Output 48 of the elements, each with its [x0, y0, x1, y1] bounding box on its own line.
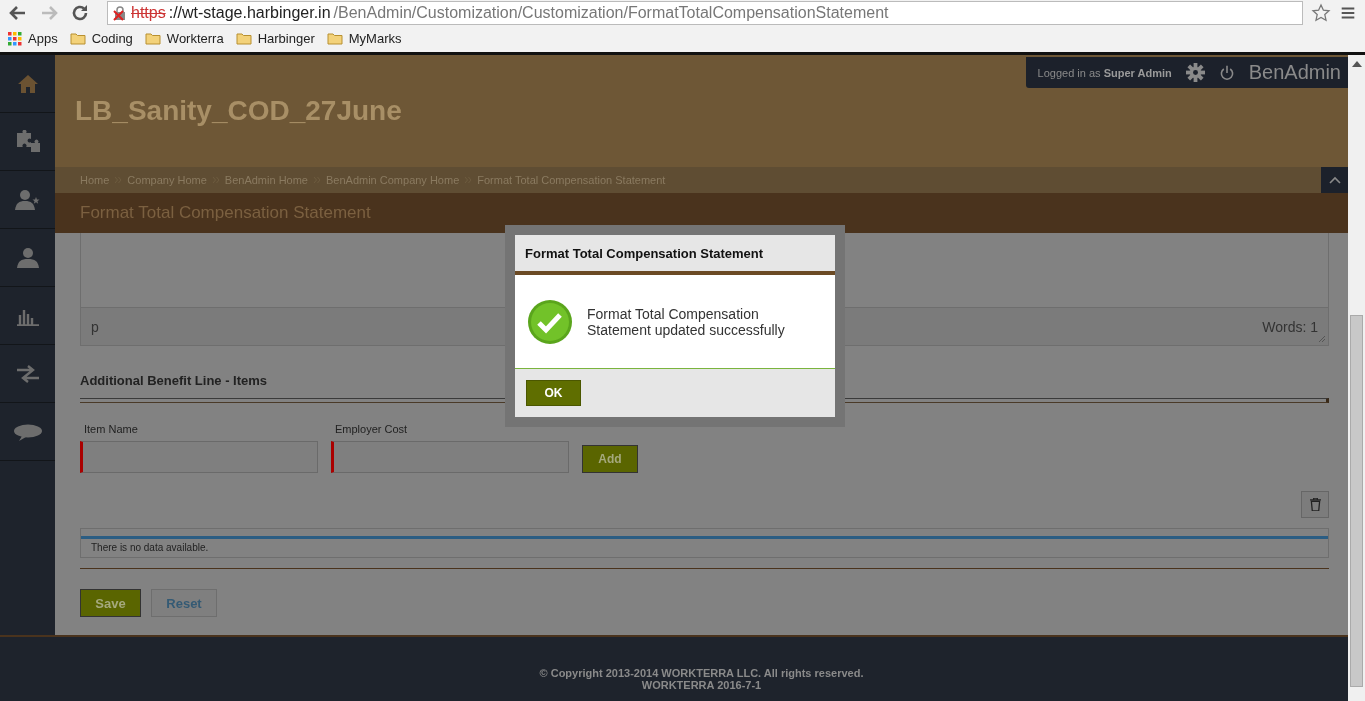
folder-icon [326, 32, 343, 45]
user-star-icon[interactable] [14, 188, 41, 211]
chat-bubble-icon[interactable] [12, 422, 43, 441]
bookmark[interactable]: Harbinger [235, 31, 315, 46]
user-icon[interactable] [16, 246, 39, 269]
save-button[interactable]: Save [80, 589, 141, 617]
empty-table-message: There is no data available. [90, 541, 210, 555]
chevron-up-icon [1328, 176, 1341, 184]
word-count: Words: 1 [1262, 318, 1318, 335]
settings-icon[interactable] [1185, 63, 1205, 82]
home-icon[interactable] [16, 73, 39, 94]
bookmark[interactable]: Coding [69, 31, 133, 46]
section-heading: Additional Benefit Line - Items [80, 373, 269, 388]
address-field[interactable]: https ://wt-stage.harbinger.in /BenAdmin/Customization/Customization/FormatTotalCompensationStatement [107, 0, 1303, 25]
swap-arrows-icon[interactable] [16, 363, 39, 384]
app-name: BenAdmin [1248, 61, 1341, 84]
copyright-text: © Copyright 2013-2014 WORKTERRA LLC. All rights reserved. [539, 667, 864, 679]
reset-button[interactable]: Reset [151, 589, 217, 617]
login-status: Logged in as Super Admin [1037, 66, 1172, 79]
add-button[interactable]: Add [582, 445, 638, 473]
folder-icon [235, 32, 252, 45]
delete-button[interactable] [1301, 491, 1329, 518]
bookmark[interactable]: Apps [8, 31, 58, 46]
insecure-lock-icon[interactable] [112, 4, 128, 21]
field-label: Employer Cost [334, 423, 409, 435]
scrollbar-thumb[interactable] [1350, 315, 1363, 687]
input-field[interactable] [331, 441, 569, 473]
dialog-title: Format Total Compensation Statement [525, 245, 764, 261]
version-text: WORKTERRA 2016-7-1 [641, 679, 762, 691]
folder-icon [69, 32, 86, 45]
field-label: Item Name [83, 423, 139, 435]
dialog-message: Format Total Compensation Statement updated successfully [587, 305, 786, 338]
apps-grid-icon [8, 31, 22, 46]
input-field[interactable] [80, 441, 318, 473]
star-icon[interactable] [1311, 2, 1331, 23]
puzzle-icon[interactable] [14, 129, 41, 154]
bookmark[interactable]: MyMarks [326, 31, 402, 46]
ok-button[interactable]: OK [526, 380, 581, 406]
element-path: p [91, 318, 99, 335]
check-circle-icon [527, 298, 573, 345]
resize-grip-icon[interactable] [1318, 335, 1326, 343]
bookmark[interactable]: Workterra [144, 31, 224, 46]
trash-icon [1309, 498, 1321, 511]
company-name: LB_Sanity_COD_27June [75, 95, 402, 127]
folder-icon [144, 32, 161, 45]
power-icon[interactable] [1218, 64, 1235, 81]
scroll-up-icon[interactable] [1351, 61, 1362, 67]
collapse-button[interactable] [1321, 167, 1348, 193]
